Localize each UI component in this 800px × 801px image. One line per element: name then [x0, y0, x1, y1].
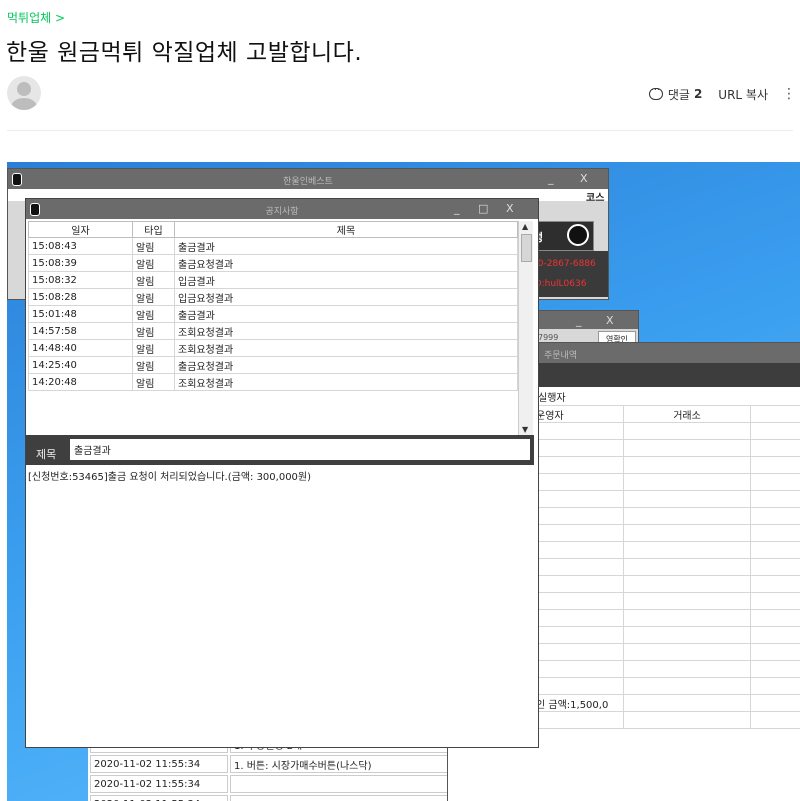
more-options-icon[interactable]: ⋮ [778, 86, 800, 102]
notice-list: 일자 타입 제목 15:08:43 알림 출금결과 15:08:39 알림 출금요청결과 1… [28, 221, 518, 435]
comment-icon[interactable] [648, 83, 663, 100]
log-cell-msg: 1. 버튼: 시장가매수버튼(나스닥) [230, 755, 483, 773]
notice-cell-subject: 조회요청결과 [174, 373, 518, 391]
notice-cell-time: 15:08:28 [28, 288, 133, 306]
order-window-title: 주문내역 [544, 351, 578, 361]
notice-cell-time: 15:08:39 [28, 254, 133, 272]
amount-note: 인 금액:1,500,0 [532, 694, 624, 712]
notice-table: 일자 타입 제목 15:08:43 알림 출금결과 15:08:39 알림 출금요청결과 1… [28, 221, 518, 391]
notice-cell-time: 15:08:32 [28, 271, 133, 289]
user-id: ID:hulL0636 [532, 279, 587, 289]
account-info-panel: 10-2867-6886 ID:hulL0636 [530, 251, 608, 297]
scroll-thumb[interactable] [521, 234, 532, 262]
notice-row[interactable]: 14:57:58 알림 조회요청결과 [28, 322, 518, 340]
url-copy-button[interactable]: URL 복사 [718, 86, 768, 103]
executor-label: 실행자 [538, 393, 566, 404]
notice-cell-type: 알림 [132, 322, 175, 340]
order-table: 운영자 거래소 인 금액:1,500,0 [532, 405, 800, 729]
notice-row[interactable]: 14:48:40 알림 조회요청결과 [28, 339, 518, 357]
col-subject[interactable]: 제목 [174, 221, 518, 238]
phone-number: 10-2867-6886 [532, 259, 596, 269]
minimize-button[interactable]: _ [576, 314, 582, 327]
notice-cell-time: 14:57:58 [28, 322, 133, 340]
minimize-button[interactable]: _ [454, 202, 460, 215]
notice-cell-type: 알림 [132, 373, 175, 391]
notice-window-titlebar: 공지사항 _ □ X [26, 199, 538, 219]
notice-row[interactable]: 15:01:48 알림 출금결과 [28, 305, 518, 323]
close-button[interactable]: X [580, 172, 588, 185]
notice-row[interactable]: 14:25:40 알림 출금요청결과 [28, 356, 518, 374]
small-window-titlebar: _ X [528, 311, 638, 329]
notice-row[interactable]: 15:08:28 알림 입금요청결과 [28, 288, 518, 306]
minimize-button[interactable]: _ [548, 172, 554, 185]
log-cell-time: 2020-11-02 11:55:34 [90, 775, 228, 793]
notice-cell-time: 15:08:43 [28, 237, 133, 255]
scroll-up-icon[interactable]: ▲ [522, 222, 528, 231]
notice-cell-time: 14:20:48 [28, 373, 133, 391]
main-window-titlebar: 한울인베스트 _ X [8, 169, 608, 189]
log-cell-msg [230, 775, 483, 793]
log-cell-time: 2020-11-02 11:55:34 [90, 755, 228, 773]
notice-cell-type: 알림 [132, 305, 175, 323]
maximize-button[interactable]: □ [478, 202, 488, 215]
divider [7, 130, 793, 131]
notice-cell-subject: 입금결과 [174, 271, 518, 289]
col-operator: 운영자 [532, 405, 624, 423]
notice-cell-type: 알림 [132, 339, 175, 357]
scroll-down-icon[interactable]: ▼ [522, 425, 528, 434]
notice-row[interactable]: 15:08:43 알림 출금결과 [28, 237, 518, 255]
notice-content[interactable]: [신청번호:53465]출금 요청이 처리되었습니다.(금액: 300,000원… [26, 465, 534, 745]
notice-cell-type: 알림 [132, 237, 175, 255]
market-label: 코스 [586, 193, 605, 204]
log-cell-time: 2020-11-02 11:55:34 [90, 795, 228, 801]
notice-cell-type: 알림 [132, 271, 175, 289]
notice-window-title: 공지사항 [265, 207, 299, 217]
col-type[interactable]: 타입 [132, 221, 175, 238]
main-window-title: 한울인베스트 [283, 177, 333, 187]
notice-scrollbar[interactable]: ▲ ▼ [518, 221, 533, 435]
subject-field[interactable]: 출금결과 [70, 439, 530, 460]
embedded-screenshot: 한울인베스트 _ X 코스 정 10-2867-6886 ID:hulL0636… [7, 162, 800, 801]
notice-cell-subject: 출금요청결과 [174, 356, 518, 374]
close-button[interactable]: X [506, 202, 514, 215]
notice-cell-subject: 조회요청결과 [174, 339, 518, 357]
close-button[interactable]: X [606, 314, 614, 327]
comments-count[interactable]: 2 [694, 87, 702, 101]
notice-cell-subject: 출금결과 [174, 237, 518, 255]
notice-cell-time: 15:01:48 [28, 305, 133, 323]
breadcrumb[interactable]: 먹튀업체 > [7, 9, 65, 26]
col-date[interactable]: 일자 [28, 221, 133, 238]
page-title: 한울 원금먹튀 악질업체 고발합니다. [6, 40, 363, 66]
notice-cell-subject: 출금결과 [174, 305, 518, 323]
notice-cell-type: 알림 [132, 288, 175, 306]
notice-cell-subject: 입금요청결과 [174, 288, 518, 306]
notice-window: 공지사항 _ □ X 일자 타입 제목 15:08:43 알림 출금결과 15:08:… [25, 198, 539, 748]
notice-cell-time: 14:25:40 [28, 356, 133, 374]
subject-label: 제목 [36, 448, 57, 461]
notice-cell-subject: 출금요청결과 [174, 254, 518, 272]
app-logo-icon [567, 224, 589, 246]
avatar[interactable] [7, 76, 41, 110]
notice-row[interactable]: 14:20:48 알림 조회요청결과 [28, 373, 518, 391]
notice-cell-subject: 조회요청결과 [174, 322, 518, 340]
comments-label[interactable]: 댓글 [668, 86, 690, 103]
log-cell-msg [230, 795, 483, 801]
notice-row[interactable]: 15:08:32 알림 입금결과 [28, 271, 518, 289]
col-exchange: 거래소 [623, 405, 751, 423]
notice-row[interactable]: 15:08:39 알림 출금요청결과 [28, 254, 518, 272]
small-window-field: 7999 [538, 333, 559, 342]
notice-cell-type: 알림 [132, 254, 175, 272]
post-actions: 댓글 2 URL 복사 ⋮ [648, 83, 800, 104]
subject-row: 제목 출금결과 [26, 435, 534, 465]
notice-cell-type: 알림 [132, 356, 175, 374]
notice-cell-time: 14:48:40 [28, 339, 133, 357]
main-action-button[interactable]: 정 [530, 221, 594, 251]
